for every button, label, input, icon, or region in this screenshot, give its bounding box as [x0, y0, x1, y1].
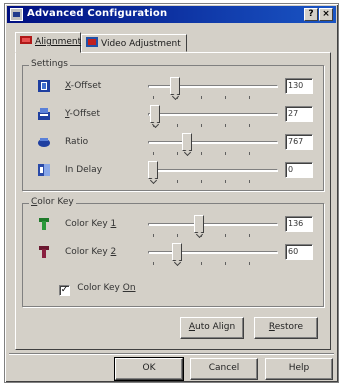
color-key-2-icon — [37, 245, 51, 259]
color-key-1-label: Color Key 1 — [65, 219, 117, 229]
color-key-on-checkbox-row[interactable]: ✓ Color Key On — [59, 282, 136, 296]
y-offset-row: Y-Offset 27 — [23, 104, 323, 128]
alignment-icon — [20, 35, 32, 45]
ok-button[interactable]: OK — [114, 357, 184, 381]
color-key-2-slider-thumb[interactable] — [172, 243, 182, 261]
in-delay-slider[interactable] — [148, 160, 278, 183]
auto-align-button[interactable]: Auto Align — [180, 317, 244, 339]
color-key-on-checkbox[interactable]: ✓ — [59, 285, 70, 296]
in-delay-label: In Delay — [65, 165, 103, 175]
y-offset-value[interactable]: 27 — [285, 106, 313, 122]
color-key-2-row: Color Key 2 60 — [23, 242, 323, 266]
x-offset-icon — [37, 79, 51, 93]
x-offset-value[interactable]: 130 — [285, 78, 313, 94]
help-button[interactable]: Help — [265, 358, 333, 380]
in-delay-slider-thumb[interactable] — [148, 161, 158, 179]
color-key-group: Color Key Color Key 1 136 Color Key 2 60… — [22, 197, 324, 307]
in-delay-value[interactable]: 0 — [285, 162, 313, 178]
color-key-1-icon — [37, 217, 51, 231]
tab-alignment[interactable]: Alignment — [15, 32, 81, 53]
alignment-panel: Settings X-Offset 130 Y-Offset 27 Ratio … — [15, 52, 331, 350]
cancel-button[interactable]: Cancel — [190, 358, 258, 380]
x-offset-slider[interactable] — [148, 76, 278, 99]
x-offset-slider-thumb[interactable] — [170, 77, 180, 95]
y-offset-slider[interactable] — [148, 104, 278, 127]
button-separator — [9, 353, 334, 355]
tab-alignment-label: Alignment — [35, 37, 82, 47]
color-key-on-label[interactable]: Color Key On — [77, 283, 135, 293]
tab-video-adjustment[interactable]: Video Adjustment — [81, 34, 187, 52]
color-key-1-value[interactable]: 136 — [285, 216, 313, 232]
x-offset-label: X-Offset — [65, 81, 102, 91]
ratio-value[interactable]: 767 — [285, 134, 313, 150]
video-adjustment-icon — [86, 37, 98, 47]
ratio-label: Ratio — [65, 137, 89, 147]
tab-video-adjustment-label: Video Adjustment — [101, 39, 181, 49]
y-offset-icon — [37, 107, 51, 121]
window-title: Advanced Configuration — [27, 8, 168, 19]
color-key-1-slider-thumb[interactable] — [194, 215, 204, 233]
y-offset-label: Y-Offset — [65, 109, 100, 119]
advanced-configuration-dialog: Advanced Configuration ? × Alignment Vid… — [4, 3, 339, 383]
close-button[interactable]: × — [319, 8, 333, 21]
help-title-button[interactable]: ? — [304, 8, 318, 21]
color-key-2-label: Color Key 2 — [65, 247, 117, 257]
color-key-1-slider[interactable] — [148, 214, 278, 237]
settings-group-title: Settings — [29, 59, 70, 69]
app-icon — [10, 8, 23, 21]
color-key-group-title: Color Key — [29, 197, 76, 207]
ratio-slider[interactable] — [148, 132, 278, 155]
y-offset-slider-thumb[interactable] — [150, 105, 160, 123]
x-offset-row: X-Offset 130 — [23, 76, 323, 100]
in-delay-icon — [37, 163, 51, 177]
settings-group: Settings X-Offset 130 Y-Offset 27 Ratio … — [22, 59, 324, 191]
ratio-slider-thumb[interactable] — [182, 133, 192, 151]
restore-button[interactable]: Restore — [254, 317, 318, 339]
color-key-1-row: Color Key 1 136 — [23, 214, 323, 238]
in-delay-row: In Delay 0 — [23, 160, 323, 184]
color-key-2-value[interactable]: 60 — [285, 244, 313, 260]
title-bar[interactable]: Advanced Configuration ? × — [7, 6, 336, 23]
ratio-icon — [37, 135, 51, 149]
color-key-2-slider[interactable] — [148, 242, 278, 265]
ratio-row: Ratio 767 — [23, 132, 323, 156]
